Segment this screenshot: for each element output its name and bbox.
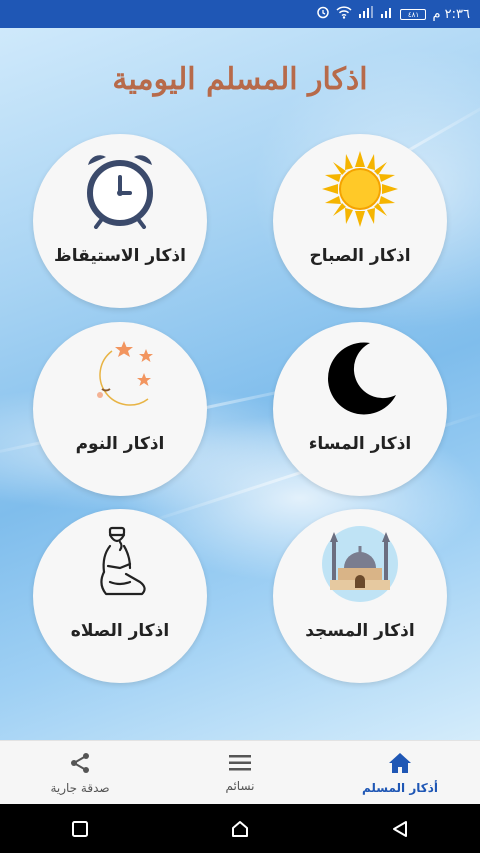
tile-label: اذكار المساء (308, 434, 412, 454)
nav-label: صدقة جارية (50, 780, 110, 795)
wifi-icon (336, 5, 353, 23)
status-time: ٢:٣٦ م (432, 6, 470, 22)
nav-item-home[interactable]: أذكار المسلم (320, 741, 480, 805)
alarm-status-icon (316, 5, 330, 23)
tile-label: اذكار النوم (75, 434, 165, 454)
tile-label: اذكار الصباح (309, 246, 411, 266)
tile-waking-adhkar[interactable]: اذكار الاستيقاظ (33, 134, 207, 308)
nav-item-charity[interactable]: صدقة جارية (0, 741, 160, 805)
system-navigation-bar (0, 804, 480, 853)
sun-icon (315, 144, 405, 234)
home-icon (388, 752, 412, 777)
tile-prayer-adhkar[interactable]: اذكار الصلاه (33, 509, 207, 683)
recent-apps-button[interactable] (60, 809, 100, 849)
tile-mosque-adhkar[interactable]: اذكار المسجد (273, 509, 447, 683)
signal-icon-2 (380, 6, 394, 22)
tile-morning-adhkar[interactable]: اذكار الصباح (273, 134, 447, 308)
home-button[interactable] (220, 809, 260, 849)
nav-label: أذكار المسلم (361, 780, 439, 795)
battery-icon: ٤٨١ (400, 8, 427, 20)
mosque-icon (315, 519, 405, 609)
tile-evening-adhkar[interactable]: اذكار المساء (273, 322, 447, 496)
back-button[interactable] (380, 809, 420, 849)
tile-label: اذكار الاستيقاظ (54, 246, 186, 266)
nav-label: نسائم (225, 778, 255, 793)
main-content: اذكار المسلم اليومية اذكار الصباح اذكار … (0, 28, 480, 740)
moon-stars-icon (75, 332, 165, 422)
status-bar: ٤٨١ ٢:٣٦ م (0, 0, 480, 28)
tile-label: اذكار الصلاه (70, 621, 170, 641)
nav-item-nasaem[interactable]: نسائم (160, 741, 320, 805)
alarm-clock-icon (75, 144, 165, 234)
menu-icon (229, 754, 251, 775)
signal-icon (358, 6, 374, 22)
tile-label: اذكار المسجد (305, 621, 415, 641)
page-title: اذكار المسلم اليومية (112, 62, 368, 97)
tile-sleep-adhkar[interactable]: اذكار النوم (33, 322, 207, 496)
praying-man-icon (75, 519, 165, 609)
bottom-navigation: صدقة جارية نسائم أذكار المسلم (0, 740, 480, 805)
crescent-moon-icon (315, 332, 405, 422)
share-icon (69, 752, 91, 777)
